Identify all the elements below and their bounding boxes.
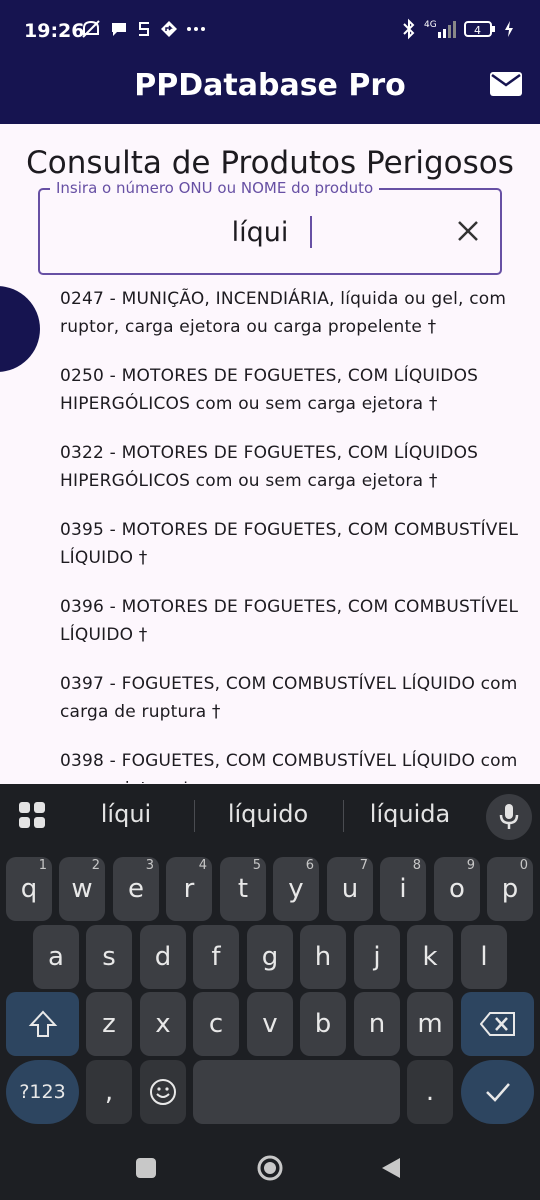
key-q[interactable]: q1 xyxy=(6,857,52,921)
apps-grid-icon[interactable] xyxy=(18,801,46,829)
battery-icon: 4 xyxy=(464,20,496,38)
key-m[interactable]: m xyxy=(407,992,453,1056)
app-title: PPDatabase Pro xyxy=(134,68,406,103)
search-field[interactable]: Insira o número ONU ou NOME do produto xyxy=(38,179,502,275)
key-y[interactable]: y6 xyxy=(273,857,319,921)
network-label: 4G xyxy=(424,20,437,30)
status-left-icons xyxy=(80,18,206,40)
status-bar: 19:26 4G 4 xyxy=(0,0,540,60)
list-item[interactable]: 0397 - FOGUETES, COM COMBUSTÍVEL LÍQUIDO… xyxy=(60,670,526,726)
key-s[interactable]: s xyxy=(86,925,132,989)
key-n[interactable]: n xyxy=(354,992,400,1056)
suggestion-1[interactable]: líqui xyxy=(56,800,196,828)
key-t[interactable]: t5 xyxy=(220,857,266,921)
back-button[interactable] xyxy=(380,1156,402,1185)
space-key[interactable] xyxy=(193,1060,400,1124)
backspace-key[interactable] xyxy=(461,992,534,1056)
s-icon xyxy=(136,20,152,38)
key-c[interactable]: c xyxy=(193,992,239,1056)
navigation-bar xyxy=(0,1136,540,1200)
key-x[interactable]: x xyxy=(140,992,186,1056)
list-item[interactable]: 0395 - MOTORES DE FOGUETES, COM COMBUSTÍ… xyxy=(60,516,526,572)
shift-key[interactable] xyxy=(6,992,79,1056)
symbols-key[interactable]: ?123 xyxy=(6,1060,79,1124)
status-time: 19:26 xyxy=(24,20,85,42)
key-f[interactable]: f xyxy=(193,925,239,989)
suggestion-bar: líqui líquido líquida xyxy=(0,784,540,846)
suggestion-3[interactable]: líquida xyxy=(340,800,480,828)
app-bar: PPDatabase Pro xyxy=(0,60,540,124)
list-item[interactable]: 0247 - MUNIÇÃO, INCENDIÁRIA, líquida ou … xyxy=(60,285,526,341)
key-l[interactable]: l xyxy=(461,925,507,989)
mute-icon xyxy=(80,18,102,40)
key-i[interactable]: i8 xyxy=(380,857,426,921)
key-j[interactable]: j xyxy=(354,925,400,989)
bluetooth-icon xyxy=(402,18,416,40)
key-r[interactable]: r4 xyxy=(166,857,212,921)
clear-icon[interactable] xyxy=(454,217,482,245)
emoji-key[interactable] xyxy=(140,1060,186,1124)
scroll-indicator xyxy=(0,286,40,372)
mic-icon xyxy=(499,804,519,829)
signal-icon: 4G xyxy=(424,18,456,40)
recents-button[interactable] xyxy=(135,1157,157,1184)
chat-icon xyxy=(110,20,128,38)
home-icon xyxy=(257,1155,283,1181)
key-v[interactable]: v xyxy=(247,992,293,1056)
list-item[interactable]: 0250 - MOTORES DE FOGUETES, COM LÍQUIDOS… xyxy=(60,362,526,418)
page-title: Consulta de Produtos Perigosos xyxy=(26,145,514,181)
key-h[interactable]: h xyxy=(300,925,346,989)
list-item[interactable]: 0398 - FOGUETES, COM COMBUSTÍVEL LÍQUIDO… xyxy=(60,747,526,783)
key-b[interactable]: b xyxy=(300,992,346,1056)
key-z[interactable]: z xyxy=(86,992,132,1056)
period-key[interactable]: . xyxy=(407,1060,453,1124)
checkmark-icon xyxy=(485,1083,510,1102)
key-g[interactable]: g xyxy=(247,925,293,989)
enter-key[interactable] xyxy=(461,1060,534,1124)
key-u[interactable]: u7 xyxy=(327,857,373,921)
nav-arrow-icon xyxy=(160,20,178,38)
key-e[interactable]: e3 xyxy=(113,857,159,921)
list-item[interactable]: 0322 - MOTORES DE FOGUETES, COM LÍQUIDOS… xyxy=(60,439,526,495)
key-o[interactable]: o9 xyxy=(434,857,480,921)
charging-icon xyxy=(504,20,514,38)
list-item[interactable]: 0396 - MOTORES DE FOGUETES, COM COMBUSTÍ… xyxy=(60,593,526,649)
back-icon xyxy=(382,1158,400,1178)
recents-icon xyxy=(136,1158,156,1178)
key-k[interactable]: k xyxy=(407,925,453,989)
suggestion-2[interactable]: líquido xyxy=(198,800,338,828)
home-button[interactable] xyxy=(256,1154,284,1187)
more-dots-icon xyxy=(186,26,206,32)
search-label: Insira o número ONU ou NOME do produto xyxy=(50,179,380,197)
backspace-icon xyxy=(479,1012,515,1036)
key-d[interactable]: d xyxy=(140,925,186,989)
comma-key[interactable]: , xyxy=(86,1060,132,1124)
battery-level: 4 xyxy=(474,24,481,37)
shift-icon xyxy=(28,1010,57,1037)
result-list: 0247 - MUNIÇÃO, INCENDIÁRIA, líquida ou … xyxy=(60,285,526,783)
text-cursor xyxy=(310,216,312,248)
key-p[interactable]: p0 xyxy=(487,857,533,921)
emoji-icon xyxy=(150,1079,176,1105)
mic-button[interactable] xyxy=(486,794,532,840)
key-w[interactable]: w2 xyxy=(59,857,105,921)
status-right-icons: 4G 4 xyxy=(402,18,514,40)
mail-icon[interactable] xyxy=(490,72,522,100)
key-a[interactable]: a xyxy=(33,925,79,989)
suggestion-divider xyxy=(194,800,195,832)
search-input[interactable] xyxy=(70,214,450,250)
